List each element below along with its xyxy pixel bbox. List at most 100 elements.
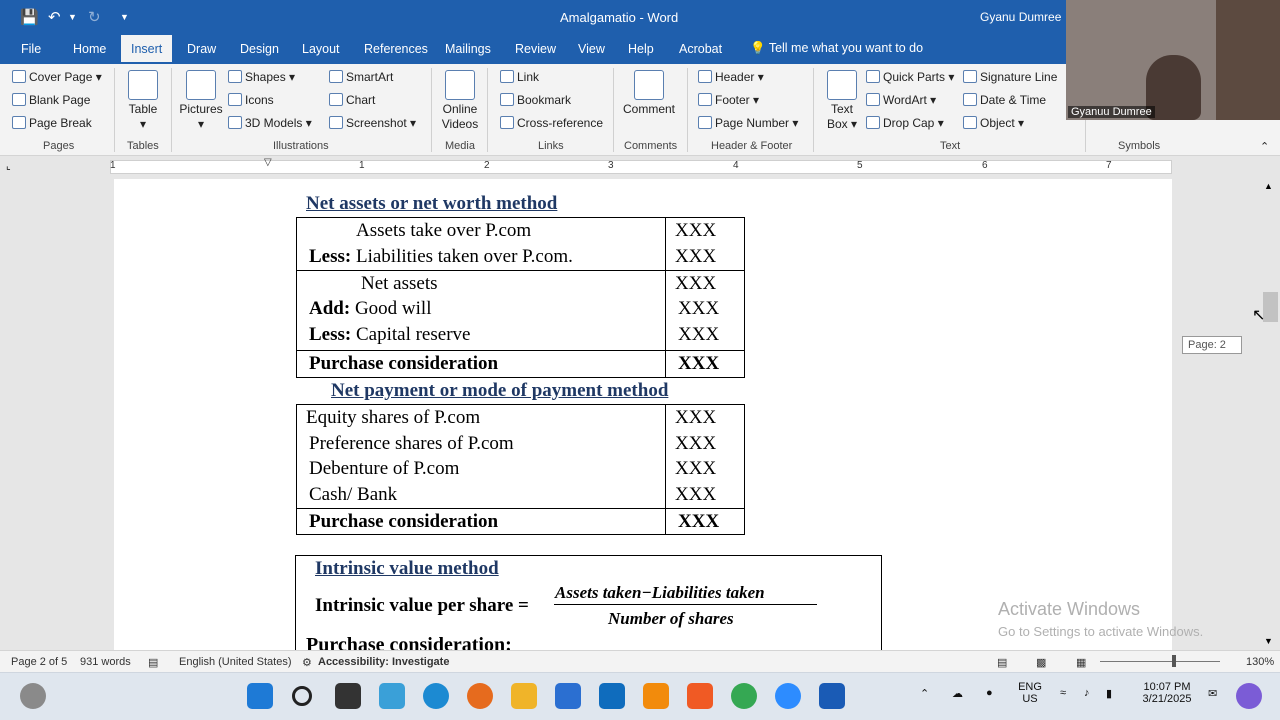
pictures-button[interactable]: Pictures ▾ bbox=[179, 70, 223, 132]
battery-icon[interactable]: ▮ bbox=[1106, 687, 1112, 700]
screenshot-button[interactable]: Screenshot ▾ bbox=[329, 116, 416, 130]
scroll-down-icon[interactable]: ▼ bbox=[1264, 636, 1273, 646]
object-icon bbox=[963, 116, 977, 129]
brave-icon[interactable] bbox=[687, 683, 713, 709]
table-cell: Assets take over P.com bbox=[356, 220, 532, 241]
word-window: 💾 ↶ ▼ ↻ ▼ Amalgamatio - Word Gyanu Dumre… bbox=[0, 0, 1280, 720]
zoom-slider[interactable] bbox=[1100, 661, 1220, 662]
link-icon bbox=[500, 70, 514, 83]
tab-view[interactable]: View bbox=[578, 42, 605, 56]
tab-insert[interactable]: Insert bbox=[121, 35, 173, 64]
wifi-icon[interactable]: ≈ bbox=[1060, 687, 1066, 699]
outlook-icon[interactable] bbox=[599, 683, 625, 709]
link-button[interactable]: Link bbox=[500, 70, 539, 84]
chrome-icon[interactable] bbox=[731, 683, 757, 709]
indent-marker-icon[interactable]: ▽ bbox=[264, 157, 272, 168]
horizontal-ruler[interactable]: ⌞ 1 1 2 3 4 5 6 7 ▽ bbox=[0, 157, 1280, 177]
table-button[interactable]: Table ▾ bbox=[125, 70, 161, 132]
customize-qat-icon[interactable]: ▼ bbox=[120, 12, 129, 22]
blank-page-button[interactable]: Blank Page bbox=[12, 93, 90, 107]
divider bbox=[296, 508, 745, 509]
tab-stop-selector-icon[interactable]: ⌞ bbox=[6, 161, 11, 172]
chart-button[interactable]: Chart bbox=[329, 93, 375, 107]
undo-dropdown-icon[interactable]: ▼ bbox=[68, 12, 77, 22]
show-hidden-icons-icon[interactable]: ⌃ bbox=[920, 687, 929, 700]
word-count[interactable]: 931 words bbox=[80, 656, 131, 668]
text-box-button[interactable]: Text Box ▾ bbox=[823, 70, 861, 132]
drop-cap-button[interactable]: Drop Cap ▾ bbox=[866, 116, 944, 130]
proofing-icon[interactable]: ▤ bbox=[148, 656, 158, 669]
cross-reference-button[interactable]: Cross-reference bbox=[500, 116, 603, 130]
date-time-button[interactable]: Date & Time bbox=[963, 93, 1046, 107]
accessibility-status[interactable]: Accessibility: Investigate bbox=[318, 656, 449, 668]
object-button[interactable]: Object ▾ bbox=[963, 116, 1024, 130]
collapse-ribbon-icon[interactable]: ⌃ bbox=[1260, 140, 1269, 153]
icons-button[interactable]: Icons bbox=[228, 93, 274, 107]
vertical-scrollbar[interactable] bbox=[1262, 179, 1280, 650]
word-icon[interactable] bbox=[819, 683, 845, 709]
cloud-icon[interactable]: ☁ bbox=[952, 687, 963, 700]
tab-review[interactable]: Review bbox=[515, 42, 556, 56]
file-explorer-icon[interactable] bbox=[511, 683, 537, 709]
tab-references[interactable]: References bbox=[364, 42, 428, 56]
divider bbox=[171, 68, 172, 152]
undo-icon[interactable]: ↶ bbox=[48, 8, 61, 26]
scroll-up-icon[interactable]: ▲ bbox=[1264, 181, 1273, 191]
save-icon[interactable]: 💾 bbox=[20, 8, 39, 26]
desktop-app-icon[interactable] bbox=[379, 683, 405, 709]
smartart-button[interactable]: SmartArt bbox=[329, 70, 393, 84]
user-name[interactable]: Gyanu Dumree bbox=[980, 10, 1061, 24]
tab-draw[interactable]: Draw bbox=[187, 42, 216, 56]
background-cabinet bbox=[1216, 0, 1280, 120]
shapes-button[interactable]: Shapes ▾ bbox=[228, 70, 295, 84]
search-icon[interactable] bbox=[292, 686, 312, 706]
tab-acrobat[interactable]: Acrobat bbox=[679, 42, 722, 56]
vlc-icon[interactable] bbox=[643, 683, 669, 709]
volume-icon[interactable]: ♪ bbox=[1084, 687, 1090, 699]
zoom-slider-thumb[interactable] bbox=[1172, 655, 1176, 667]
edge-icon[interactable] bbox=[423, 683, 449, 709]
signature-line-button[interactable]: Signature Line bbox=[963, 70, 1057, 84]
page-count[interactable]: Page 2 of 5 bbox=[11, 656, 67, 668]
header-button[interactable]: Header ▾ bbox=[698, 70, 764, 84]
page-break-button[interactable]: Page Break bbox=[12, 116, 92, 130]
tab-design[interactable]: Design bbox=[240, 42, 279, 56]
notification-icon[interactable]: ✉ bbox=[1208, 687, 1217, 700]
3d-models-button[interactable]: 3D Models ▾ bbox=[228, 116, 312, 130]
table-cell: XXX bbox=[678, 353, 720, 374]
start-icon[interactable] bbox=[247, 683, 273, 709]
widgets-icon[interactable] bbox=[20, 683, 46, 709]
microphone-icon[interactable]: ● bbox=[986, 687, 993, 699]
store-icon[interactable] bbox=[555, 683, 581, 709]
online-videos-button[interactable]: Online Videos bbox=[438, 70, 482, 132]
tell-me-search[interactable]: 💡 Tell me what you want to do bbox=[750, 41, 923, 56]
comment-button[interactable]: Comment bbox=[620, 70, 678, 117]
wordart-button[interactable]: WordArt ▾ bbox=[866, 93, 936, 107]
zoom-app-icon[interactable] bbox=[775, 683, 801, 709]
firefox-icon[interactable] bbox=[467, 683, 493, 709]
cube-icon bbox=[228, 116, 242, 129]
tab-file[interactable]: File bbox=[21, 42, 41, 56]
tab-mailings[interactable]: Mailings bbox=[445, 42, 491, 56]
tab-help[interactable]: Help bbox=[628, 42, 654, 56]
copilot-icon[interactable] bbox=[1236, 683, 1262, 709]
tab-home[interactable]: Home bbox=[73, 42, 106, 56]
language[interactable]: English (United States) bbox=[179, 656, 292, 668]
quick-parts-button[interactable]: Quick Parts ▾ bbox=[866, 70, 954, 84]
webcam-participant-name: Gyanuu Dumree bbox=[1068, 106, 1155, 118]
language-indicator[interactable]: ENG US bbox=[1012, 681, 1048, 705]
tab-layout[interactable]: Layout bbox=[302, 42, 340, 56]
cover-page-button[interactable]: Cover Page ▾ bbox=[12, 70, 102, 84]
table-cell: Cash/ Bank bbox=[309, 484, 398, 505]
page-number-button[interactable]: Page Number ▾ bbox=[698, 116, 798, 130]
zoom-level[interactable]: 130% bbox=[1246, 656, 1274, 668]
bookmark-button[interactable]: Bookmark bbox=[500, 93, 571, 107]
footer-button[interactable]: Footer ▾ bbox=[698, 93, 759, 107]
read-mode-icon[interactable]: ▤ bbox=[997, 656, 1007, 669]
formula-denominator: Number of shares bbox=[608, 609, 734, 628]
redo-icon[interactable]: ↻ bbox=[88, 8, 101, 26]
web-layout-icon[interactable]: ▦ bbox=[1076, 656, 1086, 669]
clock[interactable]: 10:07 PM 3/21/2025 bbox=[1138, 681, 1196, 705]
print-layout-icon[interactable]: ▩ bbox=[1036, 656, 1046, 669]
task-view-icon[interactable] bbox=[335, 683, 361, 709]
